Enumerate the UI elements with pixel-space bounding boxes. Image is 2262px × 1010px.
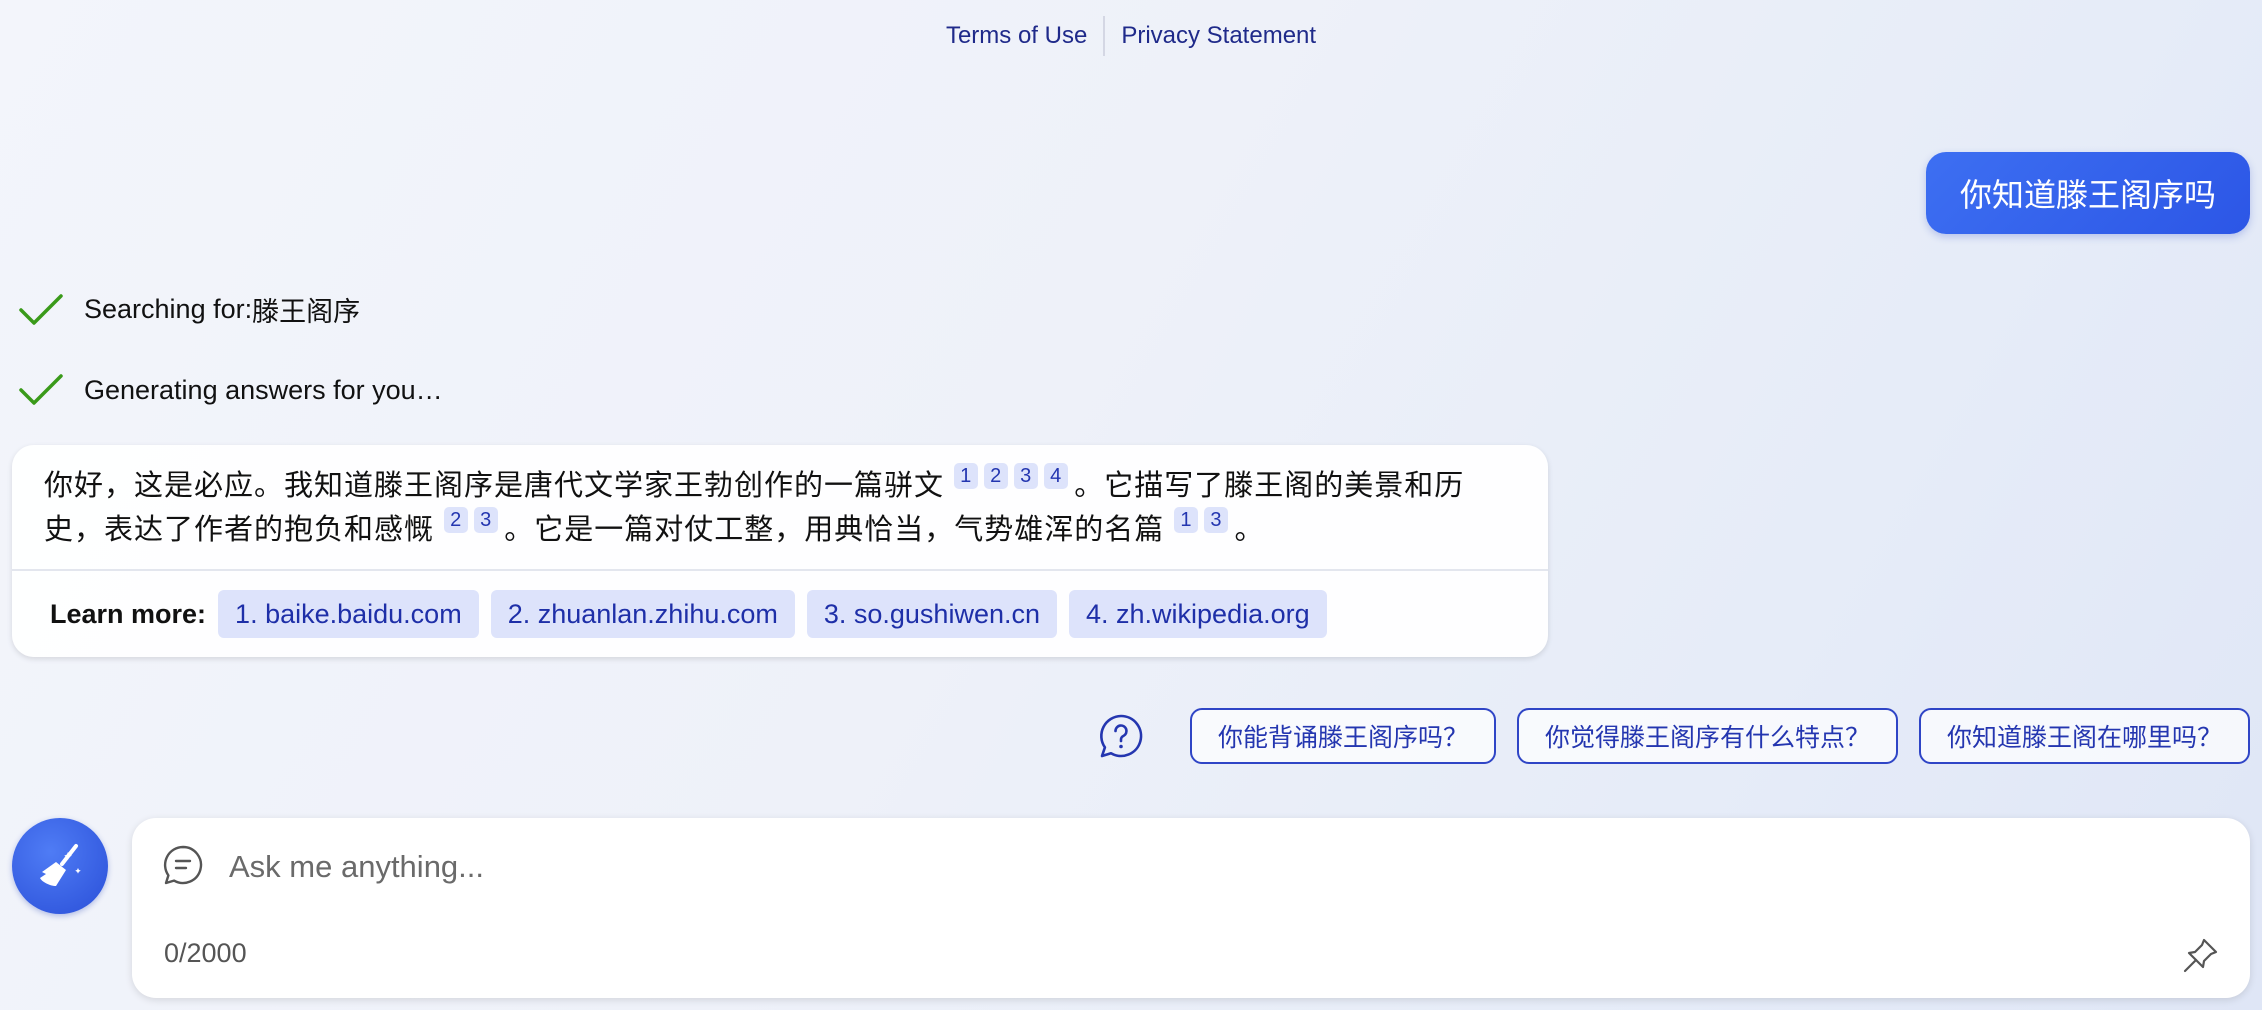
citation-badge[interactable]: 3 [1204,507,1229,533]
footer-links: Terms of Use Privacy Statement [0,16,2262,56]
status-searching: Searching for: 滕王阁序 [18,290,360,329]
learn-more-label: Learn more: [50,598,207,629]
suggestion-chip[interactable]: 你知道滕王阁在哪里吗？ [1918,708,2250,764]
ask-input[interactable] [227,838,2131,896]
source-link[interactable]: 3. so.gushiwen.cn [806,590,1057,638]
citation-badge[interactable]: 1 [1174,507,1199,533]
answer-segment: 你好，这是必应。我知道滕王阁序是唐代文学家王勃创作的一篇骈文 [44,468,945,502]
user-message-bubble: 你知道滕王阁序吗 [1925,152,2250,234]
citation-badge[interactable]: 3 [474,507,499,533]
chat-composer: 0/2000 [132,818,2250,998]
citation-badge[interactable]: 2 [444,507,469,533]
status-searching-label: Searching for: [84,294,253,324]
citation-badge[interactable]: 4 [1044,463,1069,489]
citation-badge[interactable]: 2 [984,463,1009,489]
broom-icon [40,844,81,886]
answer-segment: 。它是一篇对仗工整，用典恰当，气势雄浑的名篇 [504,512,1165,546]
suggestion-chip[interactable]: 你能背诵滕王阁序吗？ [1189,708,1496,764]
source-link[interactable]: 4. zh.wikipedia.org [1069,590,1327,638]
chat-bubble-icon [163,845,203,885]
pin-icon[interactable] [2180,936,2220,976]
source-link[interactable]: 1. baike.baidu.com [218,590,479,638]
citation-badge[interactable]: 1 [954,463,979,489]
status-generating-label: Generating answers for you… [84,374,443,405]
question-circle-icon[interactable] [1097,712,1145,760]
new-topic-button[interactable] [12,818,108,914]
char-counter: 0/2000 [164,938,247,968]
source-link[interactable]: 2. zhuanlan.zhihu.com [490,590,795,638]
status-generating: Generating answers for you… [18,372,443,408]
suggestion-row: 你能背诵滕王阁序吗？ 你觉得滕王阁序有什么特点？ 你知道滕王阁在哪里吗？ [1097,708,2250,764]
terms-of-use-link[interactable]: Terms of Use [930,22,1103,50]
learn-more-row: Learn more: 1. baike.baidu.com 2. zhuanl… [12,569,1548,657]
check-icon [19,293,63,325]
privacy-statement-link[interactable]: Privacy Statement [1105,22,1332,50]
check-icon [19,374,63,405]
answer-segment: 。 [1234,512,1265,546]
answer-card: 你好，这是必应。我知道滕王阁序是唐代文学家王勃创作的一篇骈文 1 2 3 4 。它描写了… [12,445,1548,657]
status-searching-query: 滕王阁序 [252,297,361,328]
answer-text: 你好，这是必应。我知道滕王阁序是唐代文学家王勃创作的一篇骈文 1 2 3 4 。它描写了… [12,445,1548,569]
suggestion-chip[interactable]: 你觉得滕王阁序有什么特点？ [1516,708,1898,764]
citation-badge[interactable]: 3 [1014,463,1039,489]
